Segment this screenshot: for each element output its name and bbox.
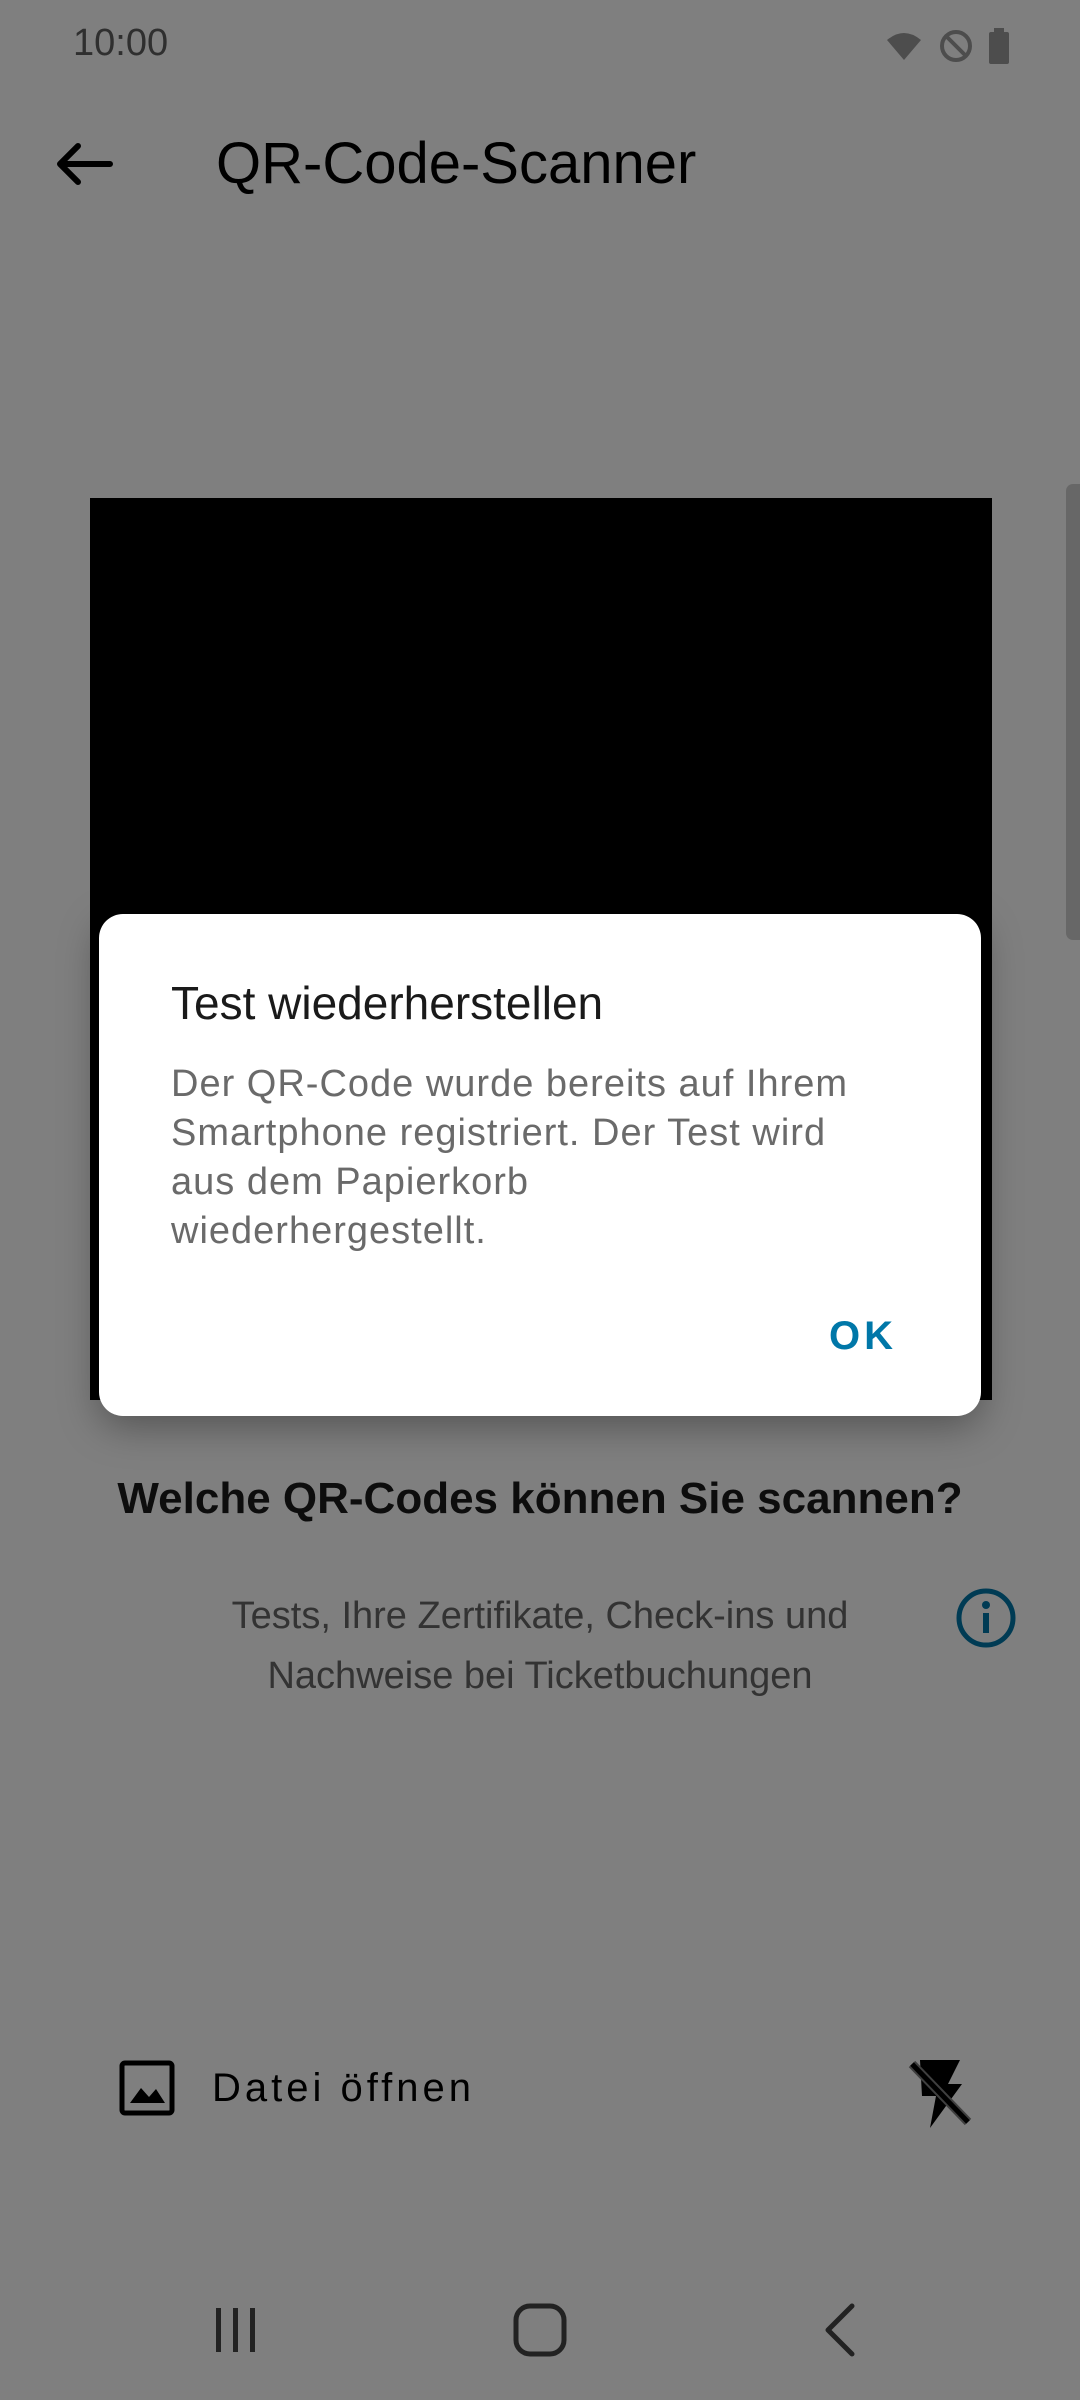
restore-test-dialog: Test wiederherstellen Der QR-Code wurde …	[99, 914, 981, 1416]
dialog-title: Test wiederherstellen	[171, 977, 604, 1029]
dialog-message: Der QR-Code wurde bereits auf Ihrem Smar…	[171, 1063, 849, 1252]
ok-button[interactable]: OK	[829, 1314, 897, 1359]
